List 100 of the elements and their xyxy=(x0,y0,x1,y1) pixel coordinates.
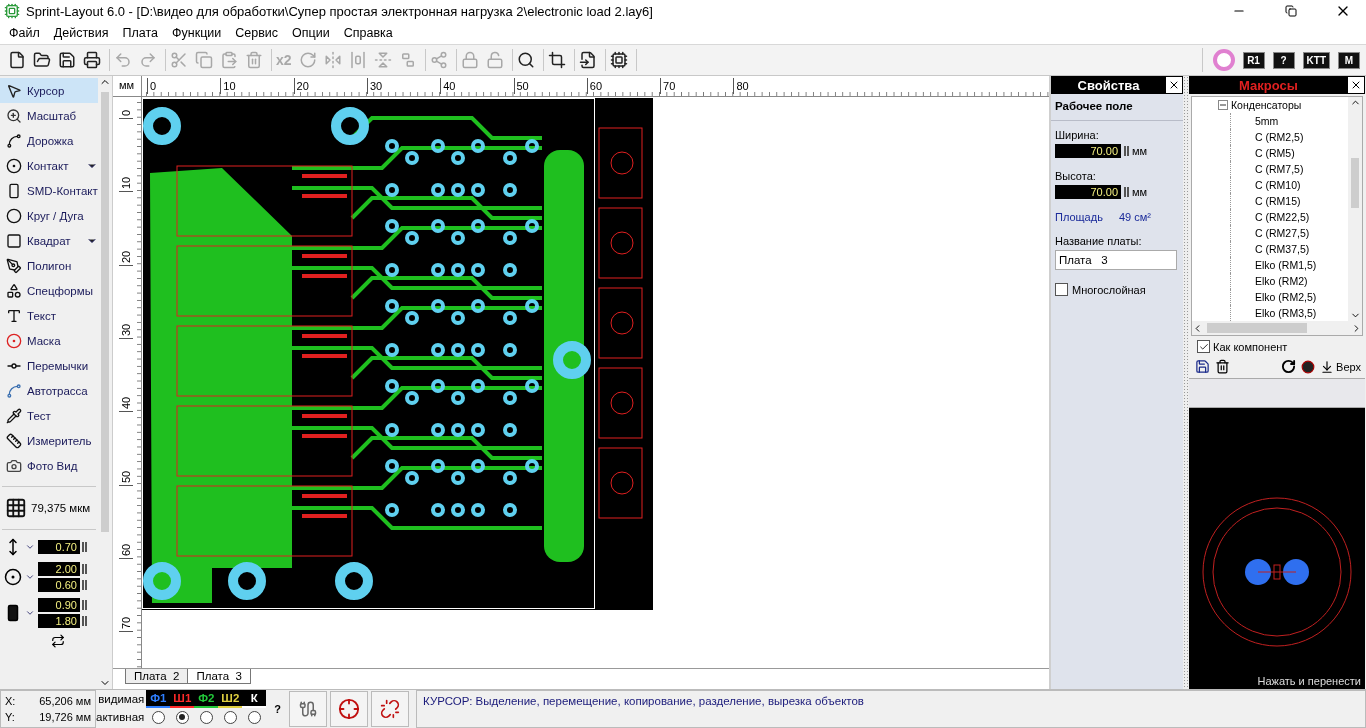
track-icon xyxy=(6,132,22,149)
swap-icon[interactable] xyxy=(51,634,65,648)
pad-size-field[interactable]: 0.60 xyxy=(38,578,80,592)
tree-item[interactable]: Конденсаторы xyxy=(1218,97,1348,113)
ruler-label: 40 xyxy=(440,78,456,94)
toolbar-badge-button[interactable]: M xyxy=(1338,51,1360,69)
grid-icon[interactable] xyxy=(5,497,27,519)
close-button[interactable] xyxy=(1166,77,1182,93)
collapse-icon[interactable] xyxy=(1218,100,1228,110)
spinner-icon[interactable] xyxy=(82,600,87,610)
scrollbar-thumb[interactable] xyxy=(1351,158,1359,208)
top-side-button[interactable]: Верх xyxy=(1320,359,1361,374)
layer-radio[interactable] xyxy=(151,710,165,724)
layer-radio[interactable] xyxy=(247,710,261,724)
tool-item[interactable]: Контакт xyxy=(0,153,98,178)
save-icon[interactable] xyxy=(1195,359,1210,374)
disconnect-button[interactable] xyxy=(371,691,410,727)
new-file-icon[interactable] xyxy=(8,51,26,69)
menu-item[interactable]: Опции xyxy=(285,26,337,40)
ruler-label: 20 xyxy=(293,78,309,94)
help-label[interactable]: ? xyxy=(266,703,290,715)
menu-item[interactable]: Плата xyxy=(115,26,165,40)
tool-item[interactable]: Тест xyxy=(0,403,98,428)
track-width-field[interactable]: 0.70 xyxy=(38,540,80,554)
mask-icon xyxy=(6,332,22,349)
trash-icon[interactable] xyxy=(1215,359,1230,374)
menu-item[interactable]: Действия xyxy=(46,26,116,40)
checkbox[interactable] xyxy=(1055,283,1068,296)
board-name-field[interactable]: Плата 3 xyxy=(1055,250,1177,270)
menu-item[interactable]: Сервис xyxy=(228,26,286,40)
close-button[interactable] xyxy=(1348,77,1364,93)
checkbox[interactable] xyxy=(1197,340,1210,353)
toolbar-badge-button[interactable]: R1 xyxy=(1242,51,1265,69)
search-icon[interactable] xyxy=(516,51,535,69)
scrollbar-thumb[interactable] xyxy=(1207,323,1307,333)
download-icon xyxy=(1320,359,1335,374)
preview-hint: Нажать и перенести xyxy=(1257,675,1362,687)
chip-icon[interactable] xyxy=(609,51,628,69)
ruler-label: 70 xyxy=(660,78,676,94)
shapes-icon xyxy=(6,282,22,299)
save-icon[interactable] xyxy=(58,51,76,69)
record-icon[interactable] xyxy=(1301,359,1316,374)
height-field[interactable]: 70.00 xyxy=(1055,185,1121,199)
tool-item[interactable]: Курсор xyxy=(0,78,98,103)
spinner-icon[interactable] xyxy=(82,564,87,574)
layer-toggle[interactable]: Ш1 xyxy=(170,690,195,708)
spinner-icon[interactable] xyxy=(1124,187,1129,197)
polygon-icon xyxy=(6,257,22,274)
layer-radio[interactable] xyxy=(223,710,237,724)
tool-item[interactable]: Квадрат xyxy=(0,228,98,253)
tool-item[interactable]: Перемычки xyxy=(0,353,98,378)
menu-item[interactable]: Справка xyxy=(336,26,400,40)
spinner-icon[interactable] xyxy=(82,542,87,552)
component-preview[interactable]: Нажать и перенести xyxy=(1189,408,1365,689)
layer-radio[interactable] xyxy=(175,710,189,724)
layer-radio[interactable] xyxy=(199,710,213,724)
tool-item[interactable]: Круг / Дуга xyxy=(0,203,98,228)
tool-item[interactable]: Масштаб xyxy=(0,103,98,128)
unit-label: мм xyxy=(1132,145,1148,157)
tool-item[interactable]: Маска xyxy=(0,328,98,353)
layer-toggle[interactable]: Ф2 xyxy=(194,690,219,708)
board-tab[interactable]: Плата 3 xyxy=(187,669,251,684)
tool-item[interactable]: Измеритель xyxy=(0,428,98,453)
field-label: Название платы: xyxy=(1055,235,1143,247)
rubberband-button[interactable] xyxy=(289,691,328,727)
ruler-label: 60 xyxy=(119,543,133,559)
scrollbar-thumb[interactable] xyxy=(101,92,109,532)
ring-icon[interactable] xyxy=(1212,49,1235,71)
spinner-icon[interactable] xyxy=(82,580,87,590)
tool-item[interactable]: Полигон xyxy=(0,253,98,278)
menu-item[interactable]: Файл xyxy=(2,26,47,40)
spinner-icon[interactable] xyxy=(1124,146,1129,156)
spinner-icon[interactable] xyxy=(82,616,87,626)
tool-item[interactable]: Фото Вид xyxy=(0,453,98,478)
coord-value: 19,726 мм xyxy=(38,711,91,723)
area-value: 49 см² xyxy=(1118,211,1151,223)
pad-size-field[interactable]: 2.00 xyxy=(38,562,80,576)
circle-icon xyxy=(6,207,22,224)
rotate-icon[interactable] xyxy=(1281,359,1297,374)
toolbar-badge-button[interactable]: KTT xyxy=(1302,51,1330,69)
layer-toggle[interactable]: Ш2 xyxy=(218,690,243,708)
layer-toggle[interactable]: Ф1 xyxy=(146,690,171,708)
tool-item[interactable]: Текст xyxy=(0,303,98,328)
toolbar-badge-button[interactable]: ? xyxy=(1272,51,1295,69)
print-icon[interactable] xyxy=(83,51,101,69)
menu-item[interactable]: Функции xyxy=(165,26,229,40)
import-icon[interactable] xyxy=(578,51,597,69)
smd-size-field[interactable]: 1.80 xyxy=(38,614,80,628)
tool-item[interactable]: Спецформы xyxy=(0,278,98,303)
crosshair-button[interactable] xyxy=(330,691,369,727)
smd-size-field[interactable]: 0.90 xyxy=(38,598,80,612)
tool-item[interactable]: Автотрасса xyxy=(0,378,98,403)
crop-icon[interactable] xyxy=(547,51,566,69)
tool-item[interactable]: SMD-Контакт xyxy=(0,178,98,203)
layer-toggle[interactable]: К xyxy=(242,690,267,708)
width-field[interactable]: 70.00 xyxy=(1055,144,1121,158)
zoom-icon xyxy=(6,107,22,124)
board-tab[interactable]: Плата 2 xyxy=(125,669,189,684)
folder-icon[interactable] xyxy=(33,51,51,69)
tool-item[interactable]: Дорожка xyxy=(0,128,98,153)
